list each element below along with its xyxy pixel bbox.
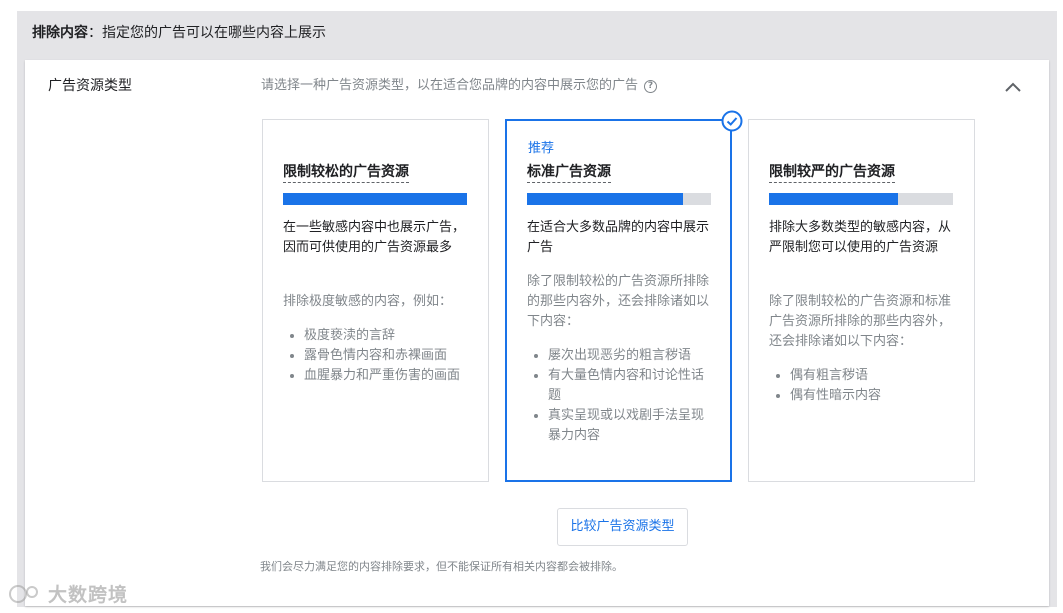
card-intro: 除了限制较松的广告资源所排除的那些内容外，还会排除诸如以下内容： bbox=[527, 274, 710, 329]
restriction-level-fill bbox=[527, 193, 684, 205]
card-summary: 在一些敏感内容中也展示广告，因而可供使用的广告资源最多 bbox=[283, 220, 466, 255]
check-circle-icon bbox=[721, 110, 743, 132]
card-title: 标准广告资源 bbox=[527, 162, 611, 183]
card-summary: 在适合大多数品牌的内容中展示广告 bbox=[527, 220, 710, 255]
list-item: 极度亵渎的言辞 bbox=[283, 326, 471, 346]
compare-inventory-types-button[interactable]: 比较广告资源类型 bbox=[557, 508, 688, 546]
inventory-card-expanded[interactable]: 限制较松的广告资源 在一些敏感内容中也展示广告，因而可供使用的广告资源最多 排除… bbox=[262, 119, 489, 482]
card-title: 限制较松的广告资源 bbox=[283, 162, 409, 183]
excluded-list: 屡次出现恶劣的粗言秽语 有大量色情内容和讨论性话题 真实呈现或以戏剧手法呈现暴力… bbox=[527, 346, 715, 446]
exclusion-section: 排除内容：指定您的广告可以在哪些内容上展示 广告资源类型 请选择一种广告资源类型… bbox=[17, 11, 1057, 607]
list-item: 血腥暴力和严重伤害的画面 bbox=[283, 366, 471, 386]
list-item: 偶有粗言秽语 bbox=[769, 366, 957, 386]
list-item: 屡次出现恶劣的粗言秽语 bbox=[527, 346, 715, 366]
watermark-logo-icon bbox=[9, 584, 38, 603]
restriction-level-bar bbox=[527, 193, 711, 205]
restriction-level-fill bbox=[769, 193, 898, 205]
card-summary: 排除大多数类型的敏感内容，从严限制您可以使用的广告资源 bbox=[769, 220, 952, 255]
inventory-card-limited[interactable]: 限制较严的广告资源 排除大多数类型的敏感内容，从严限制您可以使用的广告资源 除了… bbox=[748, 119, 975, 482]
watermark: 大数跨境 bbox=[8, 580, 128, 607]
restriction-level-fill bbox=[283, 193, 467, 205]
list-item: 露骨色情内容和赤裸画面 bbox=[283, 346, 471, 366]
card-intro: 除了限制较松的广告资源和标准广告资源所排除的那些内容外，还会排除诸如以下内容： bbox=[769, 294, 952, 349]
section-subtitle: ：指定您的广告可以在哪些内容上展示 bbox=[88, 25, 326, 41]
panel-description-text: 请选择一种广告资源类型，以在适合您品牌的内容中展示您的广告 bbox=[261, 78, 639, 93]
section-title: 排除内容 bbox=[32, 25, 88, 41]
excluded-list: 偶有粗言秽语 偶有性暗示内容 bbox=[769, 366, 957, 406]
help-circle-icon[interactable]: ? bbox=[644, 79, 658, 93]
recommended-badge: 推荐 bbox=[528, 141, 555, 156]
excluded-list: 极度亵渎的言辞 露骨色情内容和赤裸画面 血腥暴力和严重伤害的画面 bbox=[283, 326, 471, 386]
inventory-card-standard[interactable]: 推荐 标准广告资源 在适合大多数品牌的内容中展示广告 除了限制较松的广告资源所排… bbox=[505, 119, 732, 482]
panel-label: 广告资源类型 bbox=[48, 78, 132, 94]
section-header: 排除内容：指定您的广告可以在哪些内容上展示 bbox=[32, 23, 326, 43]
chevron-up-icon[interactable] bbox=[1003, 80, 1023, 94]
list-item: 真实呈现或以戏剧手法呈现暴力内容 bbox=[527, 406, 715, 446]
list-item: 有大量色情内容和讨论性话题 bbox=[527, 366, 715, 406]
inventory-type-panel: 广告资源类型 请选择一种广告资源类型，以在适合您品牌的内容中展示您的广告 ? 限… bbox=[25, 60, 1049, 606]
watermark-text: 大数跨境 bbox=[48, 584, 129, 606]
restriction-level-bar bbox=[769, 193, 953, 205]
footnote: 我们会尽力满足您的内容排除要求，但不能保证所有相关内容都会被排除。 bbox=[260, 560, 623, 573]
card-title: 限制较严的广告资源 bbox=[769, 162, 895, 183]
restriction-level-bar bbox=[283, 193, 467, 205]
list-item: 偶有性暗示内容 bbox=[769, 386, 957, 406]
panel-description: 请选择一种广告资源类型，以在适合您品牌的内容中展示您的广告 ? bbox=[261, 76, 658, 96]
card-intro: 排除极度敏感的内容，例如： bbox=[283, 294, 453, 309]
